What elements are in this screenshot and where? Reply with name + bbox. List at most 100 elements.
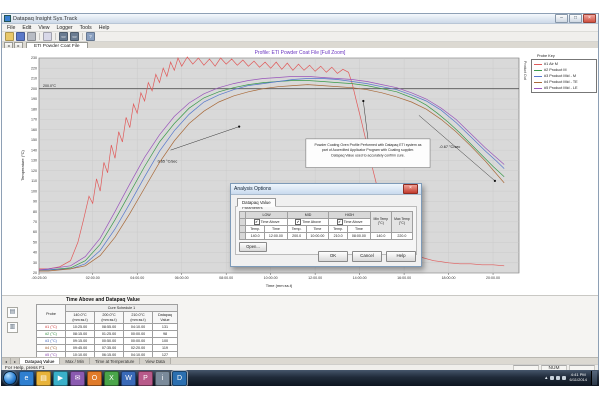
menu-item-view[interactable]: View — [38, 25, 49, 31]
paint-app-icon[interactable]: P — [138, 371, 153, 386]
mid-time-value[interactable]: 10:00.00 — [306, 233, 329, 240]
y-tick-label: 160 — [31, 128, 37, 132]
menu-item-file[interactable]: File — [7, 25, 15, 31]
probe-key-legend: Probe Key #1 Air M#2 Product M#3 Product… — [531, 54, 597, 93]
datapaq-value-cell[interactable]: 119 — [153, 345, 178, 352]
parameters-table: LOW MID HIGH Min Temp (°C) Max Temp (°C)… — [239, 211, 413, 240]
legend-entry[interactable]: #5 Product Mid - LE — [534, 85, 594, 91]
close-button[interactable]: × — [583, 14, 596, 23]
low-temp-col: Temp. — [246, 226, 265, 233]
mid-temp-value[interactable]: 200.0 — [287, 233, 306, 240]
probe-name-cell[interactable]: #1 (°C) — [37, 324, 66, 331]
paste-icon[interactable] — [43, 32, 52, 41]
network-icon[interactable] — [550, 376, 554, 380]
cancel-button[interactable]: Cancel — [352, 251, 382, 262]
time-above-210-cell[interactable]: 02:20.00 — [124, 345, 153, 352]
windows-explorer-icon[interactable]: ▤ — [36, 371, 51, 386]
help-button[interactable]: Help — [386, 251, 416, 262]
open-button[interactable]: Open... — [239, 242, 267, 252]
print-panel-icon[interactable]: ▤ — [7, 307, 18, 318]
menu-bar: File Edit View Logger Tools Help — [2, 24, 598, 32]
utility-app-icon[interactable]: i — [155, 371, 170, 386]
dialog-body: Datapaq Value Parameters LOW MID HIGH Mi… — [231, 195, 421, 265]
x-tick-label: 14:00.00 — [353, 276, 367, 280]
time-above-210-cell[interactable]: 00:00.00 — [124, 331, 153, 338]
menu-item-logger[interactable]: Logger — [56, 25, 72, 31]
maximize-button[interactable]: □ — [569, 14, 582, 23]
y-tick-label: 30 — [33, 261, 37, 265]
menu-item-help[interactable]: Help — [99, 25, 110, 31]
volume-icon[interactable] — [556, 376, 560, 380]
internet-explorer-icon[interactable]: e — [19, 371, 34, 386]
dialog-title: Analysis Options — [234, 186, 271, 192]
datapaq-app-icon[interactable]: D — [172, 371, 187, 386]
dialog-close-icon[interactable]: × — [403, 184, 418, 194]
media-player-icon[interactable]: ▶ — [53, 371, 68, 386]
print-icon[interactable] — [27, 32, 36, 41]
open-file-icon[interactable] — [5, 32, 14, 41]
mid-time-col: Time — [306, 226, 329, 233]
help-icon[interactable]: ? — [86, 32, 95, 41]
low-temp-value[interactable]: 140.0 — [246, 233, 265, 240]
save-file-icon[interactable] — [16, 32, 25, 41]
y-tick-label: 100 — [31, 189, 37, 193]
copy-panel-icon[interactable]: ▥ — [7, 322, 18, 333]
threshold-column-header: 200.0°C(mm:ss.t) — [95, 312, 124, 324]
high-temp-col: Temp. — [329, 226, 348, 233]
time-above-140-cell[interactable]: 08:15.00 — [66, 331, 95, 338]
menu-item-tools[interactable]: Tools — [80, 25, 92, 31]
probe-row-1: #1 (°C)10:25.0008:55.0004:10.00131 — [37, 324, 178, 331]
time-above-140-cell[interactable]: 09:15.00 — [66, 338, 95, 345]
min-temp-value[interactable]: 140.0 — [370, 233, 391, 240]
time-above-200-cell[interactable]: 08:55.00 — [95, 324, 124, 331]
probe-row-2: #2 (°C)08:15.0001:25.0000:00.0098 — [37, 331, 178, 338]
high-time-value[interactable]: 08:00.00 — [348, 233, 371, 240]
time-above-140-cell[interactable]: 09:45.00 — [66, 345, 95, 352]
time-above-200-cell[interactable]: 01:25.00 — [95, 331, 124, 338]
probe-name-cell[interactable]: #4 (°C) — [37, 345, 66, 352]
y-tick-label: 40 — [33, 251, 37, 255]
tab-datapaq-value[interactable]: Datapaq Value — [237, 198, 276, 207]
y-tick-label: 170 — [31, 118, 37, 122]
logger-download-icon[interactable]: ▭ — [59, 32, 68, 41]
start-button-icon[interactable] — [3, 371, 17, 385]
menu-item-edit[interactable]: Edit — [22, 25, 31, 31]
tray-expand-icon[interactable]: ▴ — [545, 375, 548, 381]
show-desktop-button[interactable] — [591, 371, 597, 385]
time-above-210-cell[interactable]: 00:00.00 — [124, 338, 153, 345]
spreadsheet-app-icon[interactable]: X — [104, 371, 119, 386]
action-center-icon[interactable] — [562, 376, 566, 380]
word-app-icon[interactable]: W — [121, 371, 136, 386]
dialog-titlebar[interactable]: Analysis Options × — [231, 184, 421, 195]
legend-swatch-icon — [534, 82, 542, 83]
email-app-icon[interactable]: ✉ — [70, 371, 85, 386]
taskbar-clock[interactable]: 4:41 PM 6/11/2014 — [570, 373, 588, 382]
y-tick-label: 140 — [31, 148, 37, 152]
time-above-210-cell[interactable]: 04:10.00 — [124, 324, 153, 331]
legend-swatch-icon — [534, 70, 542, 71]
window-titlebar[interactable]: Datapaq Insight Sys.Track – □ × — [2, 14, 598, 24]
datapaq-value-cell[interactable]: 98 — [153, 331, 178, 338]
ok-button[interactable]: OK — [318, 251, 348, 262]
mid-time-above-checkbox[interactable]: ✔ — [295, 219, 301, 225]
results-group-header-row: ProbeCure Schedule 1 — [37, 305, 178, 312]
logger-upload-icon[interactable]: ▭ — [70, 32, 79, 41]
probe-row-4: #4 (°C)09:45.0007:35.0002:20.00119 — [37, 345, 178, 352]
datapaq-value-cell[interactable]: 131 — [153, 324, 178, 331]
high-temp-value[interactable]: 210.0 — [329, 233, 348, 240]
minimize-button[interactable]: – — [555, 14, 568, 23]
time-above-140-cell[interactable]: 10:25.00 — [66, 324, 95, 331]
probe-name-cell[interactable]: #2 (°C) — [37, 331, 66, 338]
datapaq-value-cell[interactable]: 100 — [153, 338, 178, 345]
time-above-200-cell[interactable]: 00:50.00 — [95, 338, 124, 345]
results-panel-toolbar: ▤▥ — [7, 307, 18, 333]
low-time-value[interactable]: 12:00.00 — [265, 233, 288, 240]
office-app-icon[interactable]: O — [87, 371, 102, 386]
probe-name-cell[interactable]: #3 (°C) — [37, 338, 66, 345]
x-tick-label: 12:00.00 — [308, 276, 322, 280]
low-time-above-checkbox[interactable]: ✔ — [254, 219, 260, 225]
time-above-200-cell[interactable]: 07:35.00 — [95, 345, 124, 352]
high-time-above-checkbox[interactable]: ✔ — [337, 219, 343, 225]
cure-schedule-header: Cure Schedule 1 — [66, 305, 178, 312]
max-temp-value[interactable]: 220.0 — [391, 233, 412, 240]
